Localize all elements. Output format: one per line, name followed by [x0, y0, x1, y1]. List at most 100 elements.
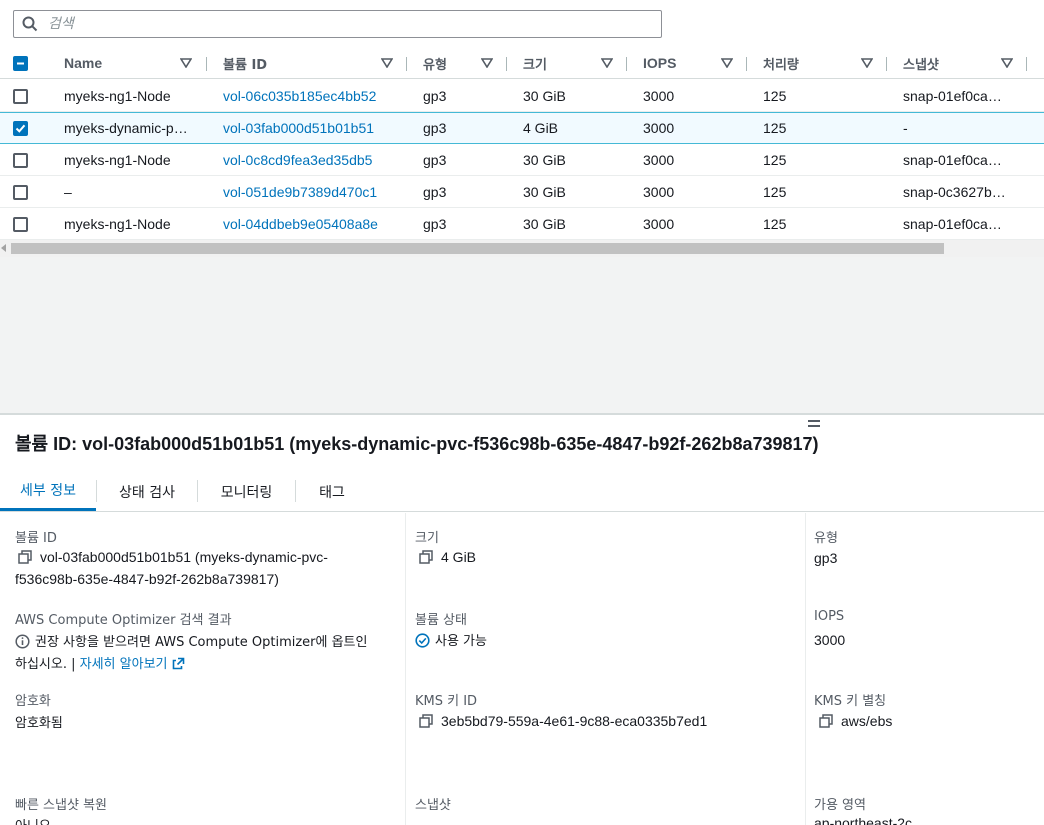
cell-size: 4 GiB [523, 120, 559, 136]
cell-iops: 3000 [643, 215, 675, 232]
optimizer-line2: 하십시오. | [15, 657, 76, 672]
cell-size: 30 GiB [523, 215, 566, 232]
search-input[interactable] [48, 13, 648, 35]
availability-zone-value: ap-northeast-2c [814, 815, 913, 825]
volume-id-line1: vol-03fab000d51b01b51 (myeks-dynamic-pvc… [40, 549, 328, 565]
volume-state-text: 사용 가능 [435, 634, 487, 649]
cell-name: myeks-ng1-Node [64, 215, 171, 232]
volumes-table: Name 볼륨 ID 유형 크기 IOPS 처리량 스냅샷 myeks-ng1-… [0, 48, 1044, 248]
external-link-icon[interactable] [172, 657, 185, 670]
type-label: 유형 [814, 531, 838, 546]
table-row[interactable]: myeks-ng1-Node vol-0c8cd9fea3ed35db5 gp3… [0, 144, 1044, 176]
row-checkbox[interactable] [13, 153, 28, 168]
cell-snapshot: snap-0c3627b… [903, 183, 1006, 200]
volume-id-label: 볼륨 ID [15, 531, 57, 546]
size-value: 4 GiB [419, 549, 476, 565]
detail-title-prefix: 볼륨 [15, 434, 49, 455]
cell-volume-id-link[interactable]: vol-04ddbeb9e05408a8e [223, 208, 378, 239]
column-header-name[interactable]: Name [64, 48, 102, 78]
column-header-volume-id[interactable]: 볼륨 ID [223, 48, 267, 78]
copy-icon[interactable] [819, 714, 833, 728]
snapshot-label: 스냅샷 [415, 798, 451, 813]
volume-id-line2: f536c98b-635e-4847-b92f-262b8a739817) [15, 571, 279, 587]
sort-icon[interactable] [381, 58, 393, 68]
kms-key-alias-text: aws/ebs [841, 713, 893, 729]
encryption-value: 암호화됨 [15, 716, 63, 731]
volume-state-value: 사용 가능 [415, 630, 487, 649]
empty-area [0, 257, 1044, 413]
cell-throughput: 125 [763, 87, 787, 104]
volume-id-value: vol-03fab000d51b01b51 (myeks-dynamic-pvc… [18, 549, 328, 565]
sort-icon[interactable] [721, 58, 733, 68]
size-value-text: 4 GiB [441, 549, 477, 565]
cell-throughput: 125 [763, 183, 787, 200]
optimizer-line1: 권장 사항을 받으려면 AWS Compute Optimizer에 옵트인 [35, 635, 368, 650]
cell-snapshot: snap-01ef0ca… [903, 215, 1002, 232]
availability-zone-label: 가용 영역 [814, 798, 866, 813]
table-row[interactable]: – vol-051de9b7389d470c1 gp3 30 GiB 3000 … [0, 176, 1044, 208]
type-value: gp3 [814, 550, 838, 566]
cell-iops: 3000 [643, 120, 675, 136]
row-checkbox[interactable] [13, 217, 28, 232]
row-checkbox[interactable] [13, 89, 28, 104]
tab-status-checks[interactable]: 상태 검사 [97, 472, 197, 511]
column-header-snapshot[interactable]: 스냅샷 [903, 48, 939, 78]
kms-key-id-value: 3eb5bd79-559a-4e61-9c88-eca0335b7ed1 [419, 713, 707, 729]
learn-more-link[interactable]: 자세히 알아보기 [80, 657, 168, 672]
status-available-icon [415, 633, 430, 648]
sort-icon[interactable] [180, 58, 192, 68]
fast-restore-label: 빠른 스냅샷 복원 [15, 798, 107, 813]
column-header-iops[interactable]: IOPS [643, 48, 676, 78]
cell-name: myeks-ng1-Node [64, 87, 171, 104]
cell-volume-id-link[interactable]: vol-03fab000d51b01b51 [223, 113, 374, 143]
detail-title: 볼륨 ID: vol-03fab000d51b01b51 (myeks-dyna… [15, 430, 819, 456]
scrollbar-thumb[interactable] [11, 243, 944, 254]
sort-icon[interactable] [481, 58, 493, 68]
cell-volume-id-link[interactable]: vol-06c035b185ec4bb52 [223, 80, 376, 111]
copy-icon[interactable] [419, 714, 433, 728]
cell-type: gp3 [423, 215, 447, 232]
scroll-left-arrow-icon[interactable] [1, 244, 6, 252]
optimizer-label: AWS Compute Optimizer 검색 결과 [15, 613, 232, 628]
resize-handle-icon[interactable] [808, 420, 820, 428]
tab-details[interactable]: 세부 정보 [0, 472, 96, 511]
table-row-selected[interactable]: myeks-dynamic-p… vol-03fab000d51b01b51 g… [0, 112, 1044, 144]
cell-type: gp3 [423, 87, 447, 104]
table-row[interactable]: myeks-ng1-Node vol-06c035b185ec4bb52 gp3… [0, 80, 1044, 112]
cell-size: 30 GiB [523, 183, 566, 200]
row-checkbox[interactable] [13, 185, 28, 200]
sort-icon[interactable] [1001, 58, 1013, 68]
kms-key-alias-label: KMS 키 별칭 [814, 694, 887, 709]
cell-iops: 3000 [643, 151, 675, 168]
table-row[interactable]: myeks-ng1-Node vol-04ddbeb9e05408a8e gp3… [0, 208, 1044, 240]
cell-volume-id-link[interactable]: vol-0c8cd9fea3ed35db5 [223, 144, 372, 175]
column-header-type[interactable]: 유형 [423, 48, 447, 78]
split-panel-divider[interactable] [0, 413, 1044, 415]
copy-icon[interactable] [419, 550, 433, 564]
cell-snapshot: snap-01ef0ca… [903, 87, 1002, 104]
tab-tags[interactable]: 태그 [296, 472, 368, 511]
column-header-throughput[interactable]: 처리량 [763, 48, 799, 78]
cell-volume-id-link[interactable]: vol-051de9b7389d470c1 [223, 176, 377, 207]
column-header-size[interactable]: 크기 [523, 48, 547, 78]
sort-icon[interactable] [601, 58, 613, 68]
detail-tabs: 세부 정보 상태 검사 모니터링 태그 [0, 472, 1044, 512]
encryption-label: 암호화 [15, 694, 51, 709]
select-all-checkbox[interactable] [13, 56, 28, 71]
kms-key-id-text: 3eb5bd79-559a-4e61-9c88-eca0335b7ed1 [441, 713, 708, 729]
cell-type: gp3 [423, 151, 447, 168]
table-header: Name 볼륨 ID 유형 크기 IOPS 처리량 스냅샷 [0, 48, 1044, 79]
copy-icon[interactable] [18, 550, 32, 564]
sort-icon[interactable] [861, 58, 873, 68]
tab-monitoring[interactable]: 모니터링 [198, 472, 295, 511]
detail-title-id: ID: vol-03fab000d51b01b51 (myeks-dynamic… [48, 434, 819, 454]
row-checkbox-checked[interactable] [13, 121, 28, 136]
cell-name: myeks-dynamic-p… [64, 120, 188, 136]
horizontal-scrollbar[interactable] [0, 240, 1044, 257]
cell-iops: 3000 [643, 183, 675, 200]
cell-name: – [64, 183, 72, 200]
search-box[interactable] [13, 10, 662, 38]
cell-snapshot: - [903, 120, 908, 136]
search-icon [22, 16, 38, 32]
cell-throughput: 125 [763, 215, 787, 232]
